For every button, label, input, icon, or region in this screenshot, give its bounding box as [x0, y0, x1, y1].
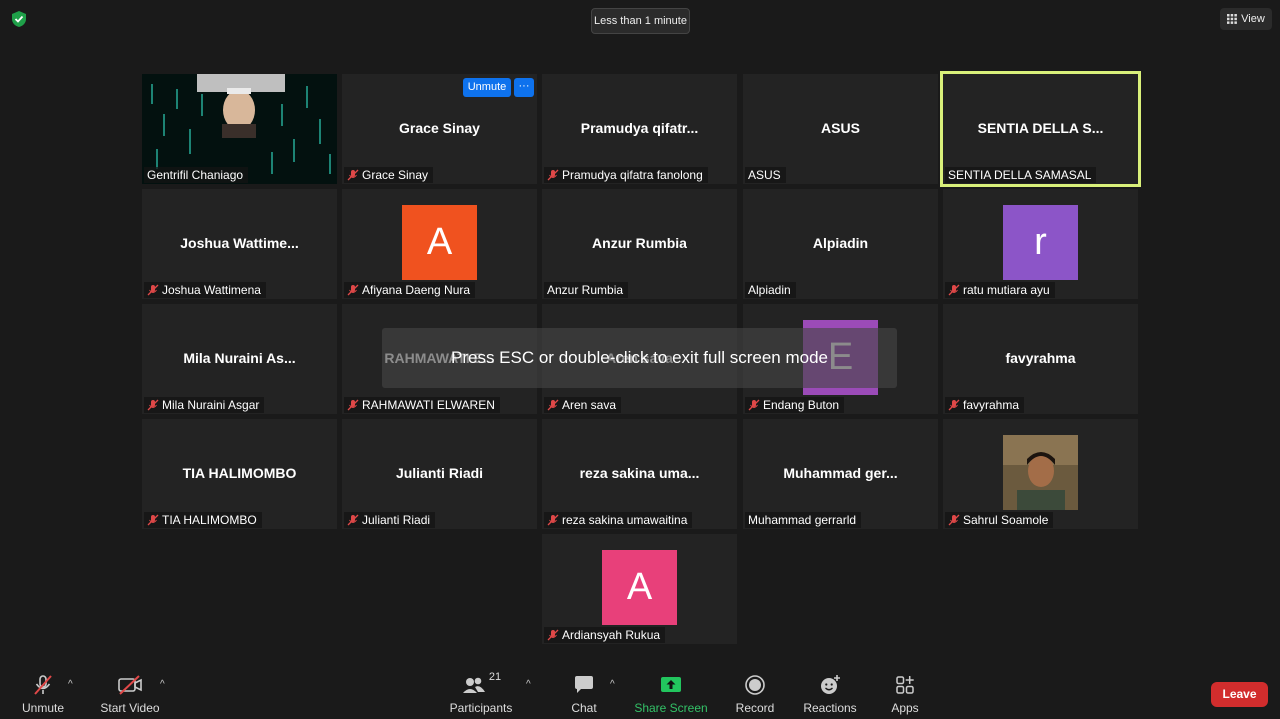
- participants-count: 21: [488, 671, 502, 683]
- participant-tile[interactable]: Gentrifil Chaniago: [142, 74, 337, 184]
- muted-mic-icon: [347, 284, 359, 296]
- participant-name-label: Afiyana Daeng Nura: [344, 282, 476, 298]
- participants-icon: [462, 677, 485, 693]
- video-off-icon: [118, 675, 142, 695]
- participant-name-label: Joshua Wattimena: [144, 282, 266, 298]
- participant-tile[interactable]: Pramudya qifatr... Pramudya qifatra fano…: [542, 74, 737, 184]
- participant-name-label: Alpiadin: [745, 282, 796, 298]
- participant-tile[interactable]: reza sakina uma... reza sakina umawaitin…: [542, 419, 737, 529]
- participant-tile[interactable]: ASUS ASUS: [743, 74, 938, 184]
- participant-tile[interactable]: A Ardiansyah Rukua: [542, 534, 737, 644]
- participant-name-label: SENTIA DELLA SAMASAL: [945, 167, 1097, 183]
- participant-display-name: ASUS: [821, 120, 860, 136]
- participant-tile[interactable]: Sahrul Soamole: [943, 419, 1138, 529]
- participant-display-name: Muhammad ger...: [783, 465, 898, 481]
- video-options-caret[interactable]: ^: [160, 679, 165, 690]
- participant-name-label: Muhammad gerrarld: [745, 512, 862, 528]
- muted-mic-icon: [547, 169, 559, 181]
- apps-icon: [896, 676, 914, 694]
- participant-display-name: Pramudya qifatr...: [580, 120, 699, 136]
- participant-name-label: Mila Nuraini Asgar: [144, 397, 265, 413]
- participant-display-name: Julianti Riadi: [395, 465, 484, 481]
- more-options-button[interactable]: ···: [514, 78, 534, 97]
- participant-name-label: Grace Sinay: [344, 167, 434, 183]
- reactions-icon: [821, 675, 840, 694]
- participant-display-name: favyrahma: [1005, 350, 1076, 366]
- participant-name-label: Ardiansyah Rukua: [544, 627, 666, 643]
- muted-mic-icon: [147, 399, 159, 411]
- record-button[interactable]: Record: [732, 665, 778, 719]
- participant-name-label: Sahrul Soamole: [945, 512, 1054, 528]
- muted-mic-icon: [547, 629, 559, 641]
- share-screen-button[interactable]: Share Screen: [634, 665, 708, 719]
- apps-button[interactable]: Apps: [884, 665, 926, 719]
- participant-tile[interactable]: Muhammad ger... Muhammad gerrarld: [743, 419, 938, 529]
- participant-display-name: Mila Nuraini As...: [183, 350, 296, 366]
- muted-mic-icon: [347, 399, 359, 411]
- leave-button[interactable]: Leave: [1211, 682, 1268, 707]
- participant-tile[interactable]: favyrahma favyrahma: [943, 304, 1138, 414]
- muted-mic-icon: [34, 675, 52, 695]
- muted-mic-icon: [948, 514, 960, 526]
- ask-unmute-button[interactable]: Unmute: [463, 78, 511, 97]
- muted-mic-icon: [147, 514, 159, 526]
- share-screen-icon: [661, 677, 681, 692]
- participant-name-label: TIA HALIMOMBO: [144, 512, 262, 528]
- participant-tile[interactable]: Anzur Rumbia Anzur Rumbia: [542, 189, 737, 299]
- participant-tile[interactable]: Alpiadin Alpiadin: [743, 189, 938, 299]
- meeting-toolbar: Unmute ^ Start Video ^ 21 Participants ^…: [0, 665, 1280, 719]
- participant-tile[interactable]: TIA HALIMOMBO TIA HALIMOMBO: [142, 419, 337, 529]
- participant-name-label: reza sakina umawaitina: [544, 512, 693, 528]
- avatar: A: [402, 205, 477, 280]
- muted-mic-icon: [547, 514, 559, 526]
- participant-display-name: Anzur Rumbia: [592, 235, 687, 251]
- participant-name-label: RAHMAWATI ELWAREN: [344, 397, 500, 413]
- start-video-button[interactable]: Start Video: [98, 665, 162, 719]
- muted-mic-icon: [948, 284, 960, 296]
- participants-button[interactable]: 21 Participants: [449, 665, 513, 719]
- muted-mic-icon: [547, 399, 559, 411]
- muted-mic-icon: [147, 284, 159, 296]
- chat-button[interactable]: Chat: [562, 665, 606, 719]
- participant-name-label: favyrahma: [945, 397, 1025, 413]
- muted-mic-icon: [347, 514, 359, 526]
- chat-options-caret[interactable]: ^: [610, 679, 615, 690]
- avatar: A: [602, 550, 677, 625]
- avatar: r: [1003, 205, 1078, 280]
- participant-display-name: Alpiadin: [812, 235, 869, 251]
- participant-name-label: Aren sava: [544, 397, 622, 413]
- profile-photo: [1003, 435, 1078, 510]
- participant-tile[interactable]: Grace Sinay Unmute ··· Grace Sinay: [342, 74, 537, 184]
- audio-options-caret[interactable]: ^: [68, 679, 73, 690]
- muted-mic-icon: [748, 399, 760, 411]
- record-icon: [745, 675, 765, 695]
- unmute-button[interactable]: Unmute: [16, 665, 70, 719]
- participant-name-label: ASUS: [745, 167, 786, 183]
- chat-icon: [575, 676, 593, 693]
- participant-tile-active-speaker[interactable]: SENTIA DELLA S... SENTIA DELLA SAMASAL: [940, 71, 1141, 187]
- participant-display-name: SENTIA DELLA S...: [977, 120, 1104, 136]
- participant-name-label: Julianti Riadi: [344, 512, 436, 528]
- muted-mic-icon: [347, 169, 359, 181]
- participant-name-label: Gentrifil Chaniago: [144, 167, 249, 183]
- participant-display-name: Joshua Wattime...: [180, 235, 299, 251]
- participant-display-name: reza sakina uma...: [579, 465, 700, 481]
- participant-tile[interactable]: Joshua Wattime... Joshua Wattimena: [142, 189, 337, 299]
- muted-mic-icon: [948, 399, 960, 411]
- reactions-button[interactable]: Reactions: [802, 665, 858, 719]
- participant-name-label: Endang Buton: [745, 397, 845, 413]
- participant-tile[interactable]: Julianti Riadi Julianti Riadi: [342, 419, 537, 529]
- participant-tile[interactable]: Mila Nuraini As... Mila Nuraini Asgar: [142, 304, 337, 414]
- participant-name-label: Anzur Rumbia: [544, 282, 629, 298]
- participant-display-name: TIA HALIMOMBO: [182, 465, 297, 481]
- participant-name-label: Pramudya qifatra fanolong: [544, 167, 708, 183]
- participant-tile[interactable]: r ratu mutiara ayu: [943, 189, 1138, 299]
- fullscreen-exit-notice: Press ESC or double-click to exit full s…: [382, 328, 897, 388]
- participant-name-label: ratu mutiara ayu: [945, 282, 1055, 298]
- participants-options-caret[interactable]: ^: [526, 679, 531, 690]
- participant-tile[interactable]: A Afiyana Daeng Nura: [342, 189, 537, 299]
